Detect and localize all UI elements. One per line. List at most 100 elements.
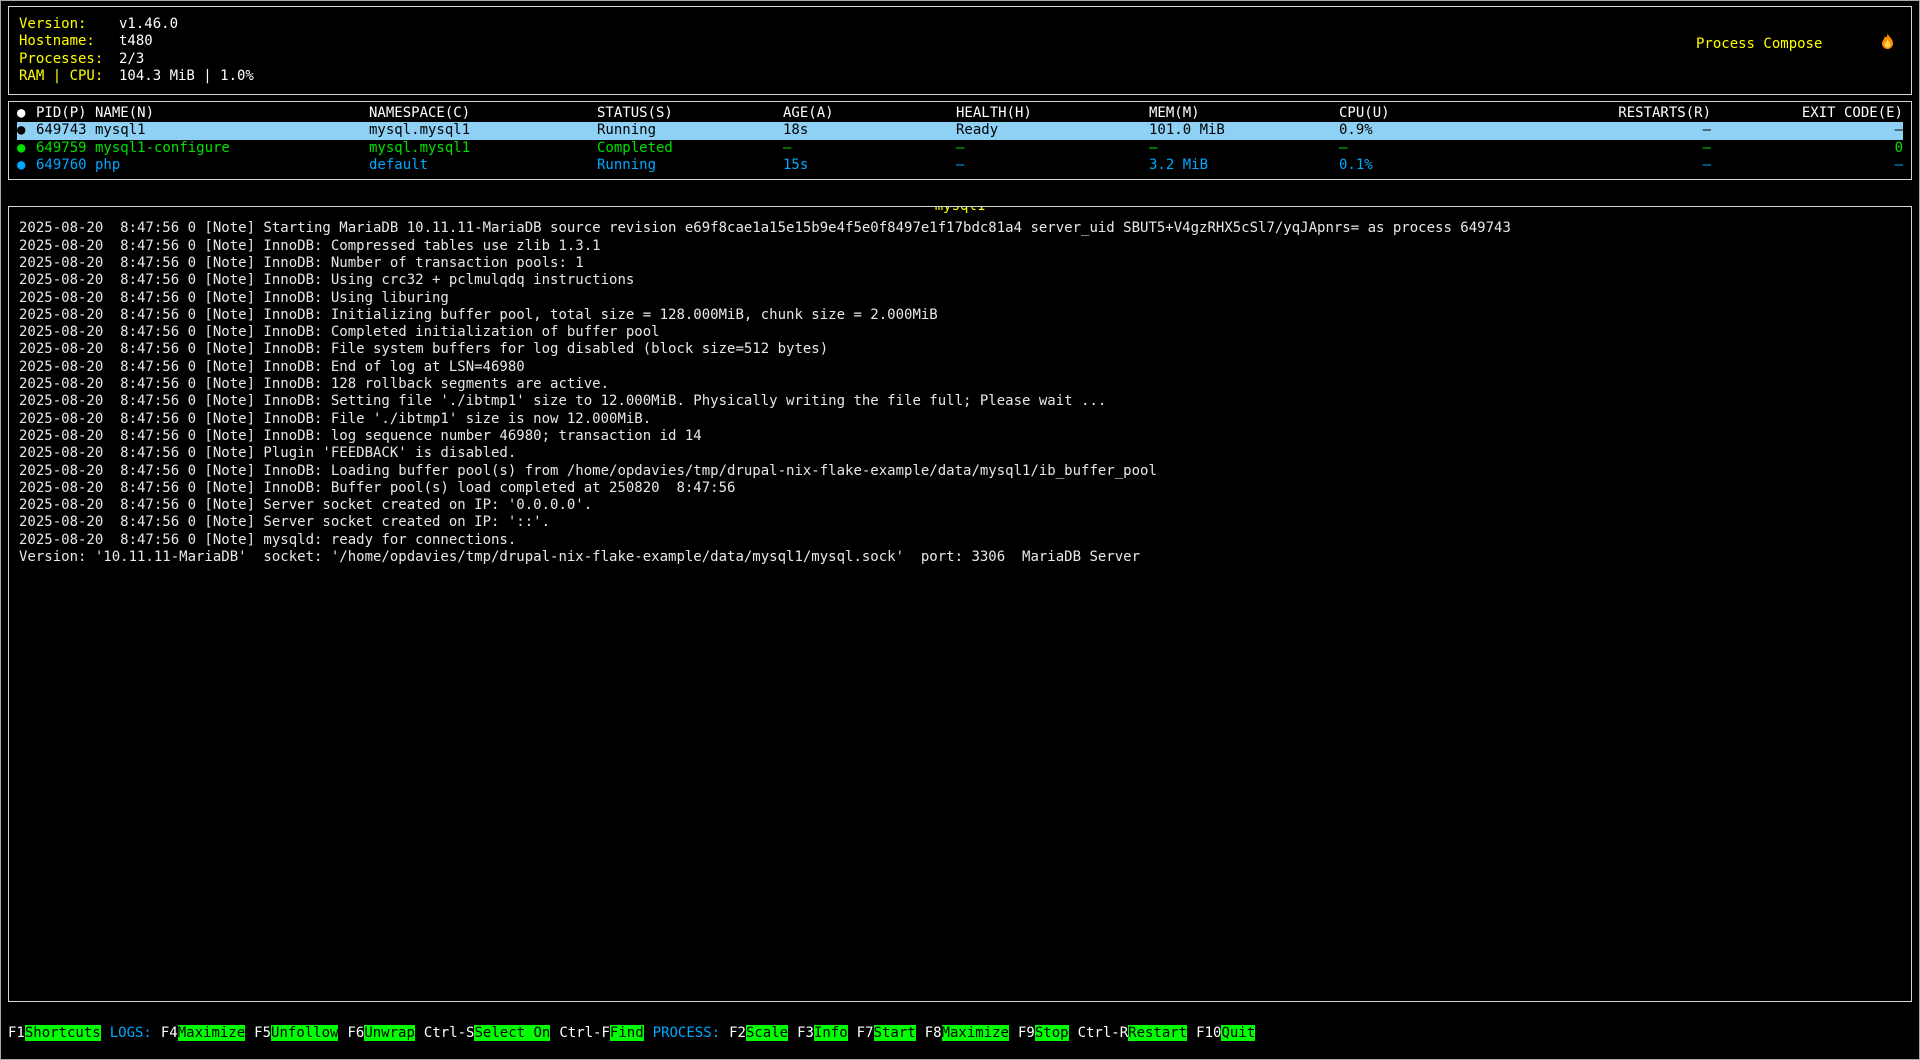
shortcut-f1-shortcuts[interactable]: F1Shortcuts: [8, 1025, 101, 1042]
col-header-restarts[interactable]: RESTARTS(R): [1519, 105, 1711, 122]
cell-restarts: –: [1519, 122, 1711, 139]
shortcut-f8-maximize-process[interactable]: F8Maximize: [925, 1025, 1009, 1042]
cell-age: –: [783, 140, 956, 157]
col-header-status[interactable]: STATUS(S): [597, 105, 783, 122]
shortcut-key: F1: [8, 1025, 25, 1041]
shortcut-label: Unwrap: [364, 1025, 415, 1041]
version-value: v1.46.0: [119, 16, 254, 33]
cell-pid-name: 649760 php: [36, 157, 369, 174]
cell-health: –: [956, 157, 1149, 174]
shortcut-bar: F1Shortcuts LOGS: F4Maximize F5Unfollow …: [8, 1024, 1912, 1044]
shortcut-label: Start: [874, 1025, 916, 1041]
cell-namespace: mysql.mysql1: [369, 140, 597, 157]
log-line: 2025-08-20 8:47:56 0 [Note] InnoDB: Comp…: [19, 324, 1901, 341]
shortcut-ctrl-s-select-on[interactable]: Ctrl-SSelect On: [424, 1025, 550, 1042]
col-header-mem[interactable]: MEM(M): [1149, 105, 1339, 122]
process-compose-app: { "header": { "fields": [ { "label": "Ve…: [0, 0, 1920, 1060]
cell-restarts: –: [1519, 157, 1711, 174]
status-dot-icon: ●: [17, 157, 36, 174]
shortcut-key: F3: [797, 1025, 814, 1041]
shortcut-label: Stop: [1035, 1025, 1069, 1041]
shortcut-f9-stop[interactable]: F9Stop: [1018, 1025, 1069, 1042]
log-line: 2025-08-20 8:47:56 0 [Note] Starting Mar…: [19, 220, 1901, 237]
cell-namespace: default: [369, 157, 597, 174]
shortcut-ctrl-r-restart[interactable]: Ctrl-RRestart: [1078, 1025, 1188, 1042]
cell-cpu: 0.1%: [1339, 157, 1519, 174]
log-line: 2025-08-20 8:47:56 0 [Note] InnoDB: Usin…: [19, 272, 1901, 289]
cell-mem: 101.0 MiB: [1149, 122, 1339, 139]
log-line: 2025-08-20 8:47:56 0 [Note] Server socke…: [19, 514, 1901, 531]
app-title: Process Compose: [1696, 36, 1822, 53]
col-header-cpu[interactable]: CPU(U): [1339, 105, 1519, 122]
fire-icon: [1829, 16, 1895, 73]
log-line: 2025-08-20 8:47:56 0 [Note] InnoDB: 128 …: [19, 376, 1901, 393]
col-header-pid-name[interactable]: PID(P) NAME(N): [36, 105, 369, 122]
shortcut-key: F4: [161, 1025, 178, 1041]
shortcut-key: F8: [925, 1025, 942, 1041]
cell-exit-code: –: [1711, 122, 1903, 139]
shortcut-label: Shortcuts: [25, 1025, 101, 1041]
shortcut-ctrl-f-find[interactable]: Ctrl-FFind: [559, 1025, 643, 1042]
shortcut-f3-info[interactable]: F3Info: [797, 1025, 848, 1042]
processes-label: Processes:: [19, 51, 119, 68]
cell-status: Running: [597, 122, 783, 139]
version-label: Version:: [19, 16, 119, 33]
shortcut-f4-maximize-logs[interactable]: F4Maximize: [161, 1025, 245, 1042]
process-row-mysql1-configure[interactable]: ● 649759 mysql1-configure mysql.mysql1 C…: [17, 140, 1903, 157]
log-line: 2025-08-20 8:47:56 0 [Note] InnoDB: End …: [19, 359, 1901, 376]
shortcut-key: Ctrl-F: [559, 1025, 610, 1041]
cell-namespace: mysql.mysql1: [369, 122, 597, 139]
shortcut-key: Ctrl-S: [424, 1025, 475, 1041]
process-section-label: PROCESS:: [653, 1025, 720, 1042]
cell-mem: 3.2 MiB: [1149, 157, 1339, 174]
cell-restarts: –: [1519, 140, 1711, 157]
cell-mem: –: [1149, 140, 1339, 157]
shortcut-key: F5: [254, 1025, 271, 1041]
log-line: 2025-08-20 8:47:56 0 [Note] mysqld: read…: [19, 532, 1901, 549]
status-dot-icon: ●: [17, 122, 36, 139]
hostname-label: Hostname:: [19, 33, 119, 50]
processes-value: 2/3: [119, 51, 254, 68]
process-table-header: ● PID(P) NAME(N) NAMESPACE(C) STATUS(S) …: [17, 105, 1903, 122]
shortcut-f2-scale[interactable]: F2Scale: [729, 1025, 788, 1042]
col-header-exit-code[interactable]: EXIT CODE(E): [1711, 105, 1903, 122]
shortcut-key: F2: [729, 1025, 746, 1041]
cell-health: Ready: [956, 122, 1149, 139]
status-dot-icon: ●: [17, 140, 36, 157]
shortcut-label: Unfollow: [271, 1025, 338, 1041]
cell-age: 15s: [783, 157, 956, 174]
cell-cpu: 0.9%: [1339, 122, 1519, 139]
ram-cpu-label: RAM | CPU:: [19, 68, 119, 85]
cell-pid-name: 649743 mysql1: [36, 122, 369, 139]
shortcut-f7-start[interactable]: F7Start: [857, 1025, 916, 1042]
log-line: 2025-08-20 8:47:56 0 [Note] Server socke…: [19, 497, 1901, 514]
log-line: 2025-08-20 8:47:56 0 [Note] InnoDB: Comp…: [19, 238, 1901, 255]
process-table-panel: ● PID(P) NAME(N) NAMESPACE(C) STATUS(S) …: [8, 101, 1912, 180]
shortcut-key: F9: [1018, 1025, 1035, 1041]
shortcut-f5-unfollow[interactable]: F5Unfollow: [254, 1025, 338, 1042]
cell-age: 18s: [783, 122, 956, 139]
system-info: Version: v1.46.0 Hostname: t480 Processe…: [19, 16, 254, 85]
logs-section-label: LOGS:: [110, 1025, 152, 1042]
log-line: 2025-08-20 8:47:56 0 [Note] Plugin 'FEED…: [19, 445, 1901, 462]
shortcut-label: Find: [610, 1025, 644, 1041]
col-header-namespace[interactable]: NAMESPACE(C): [369, 105, 597, 122]
col-header-health[interactable]: HEALTH(H): [956, 105, 1149, 122]
log-line: 2025-08-20 8:47:56 0 [Note] InnoDB: Init…: [19, 307, 1901, 324]
shortcut-f6-unwrap[interactable]: F6Unwrap: [347, 1025, 414, 1042]
log-panel[interactable]: mysql1 2025-08-20 8:47:56 0 [Note] Start…: [8, 206, 1912, 1002]
col-header-age[interactable]: AGE(A): [783, 105, 956, 122]
cell-status: Completed: [597, 140, 783, 157]
log-line: 2025-08-20 8:47:56 0 [Note] InnoDB: Sett…: [19, 393, 1901, 410]
cell-health: –: [956, 140, 1149, 157]
shortcut-label: Select On: [474, 1025, 550, 1041]
log-line: 2025-08-20 8:47:56 0 [Note] InnoDB: log …: [19, 428, 1901, 445]
cell-cpu: –: [1339, 140, 1519, 157]
log-line: Version: '10.11.11-MariaDB' socket: '/ho…: [19, 549, 1901, 566]
shortcut-f10-quit[interactable]: F10Quit: [1196, 1025, 1255, 1042]
process-row-mysql1[interactable]: ● 649743 mysql1 mysql.mysql1 Running 18s…: [17, 122, 1903, 139]
process-row-php[interactable]: ● 649760 php default Running 15s – 3.2 M…: [17, 157, 1903, 174]
cell-pid-name: 649759 mysql1-configure: [36, 140, 369, 157]
shortcut-key: F6: [347, 1025, 364, 1041]
shortcut-key: F10: [1196, 1025, 1221, 1041]
